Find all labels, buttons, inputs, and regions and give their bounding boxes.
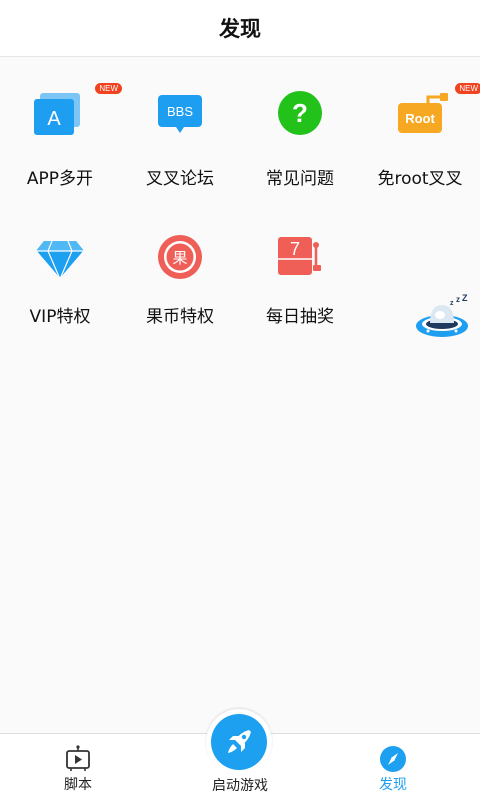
page-title: 发现 (219, 17, 261, 41)
coin-icon: 果 (150, 225, 210, 285)
grid-item-label: 免root叉叉 (377, 169, 463, 189)
new-badge: NEW (95, 83, 122, 94)
tab-launch-game[interactable] (206, 709, 272, 775)
svg-text:A: A (47, 108, 61, 130)
tab-label: 脚本 (64, 777, 92, 793)
lottery-icon: 7 (270, 225, 330, 285)
grid-item-label: 常见问题 (266, 169, 334, 189)
root-icon-text: Root (405, 111, 435, 126)
svg-text:z: z (450, 300, 454, 307)
script-tv-icon (63, 744, 93, 774)
grid-item-faq[interactable]: ? 常见问题 (240, 57, 360, 189)
top-bar: 发现 (0, 0, 480, 57)
grid-item-vip[interactable]: VIP特权 (0, 195, 120, 327)
tab-label: 启动游戏 (212, 778, 268, 794)
grid-item-label: 每日抽奖 (266, 307, 334, 327)
rocket-icon[interactable] (211, 714, 267, 770)
svg-text:Z: Z (462, 293, 468, 303)
bbs-icon: BBS (150, 87, 210, 147)
grid-item-label: APP多开 (26, 169, 94, 189)
app-clone-icon: A NEW (30, 83, 122, 147)
question-mark-text: ? (292, 98, 308, 128)
grid-item-coin[interactable]: 果 果币特权 (120, 195, 240, 327)
tab-discover[interactable]: 发现 (333, 734, 453, 801)
sleeping-ufo-icon[interactable]: z z Z (414, 293, 470, 343)
root-icon: Root NEW (390, 83, 480, 147)
grid-item-lottery[interactable]: 7 每日抽奖 (240, 195, 360, 327)
grid-item-label: 叉叉论坛 (146, 169, 214, 189)
compass-icon (378, 744, 408, 774)
grid-item-bbs[interactable]: BBS 叉叉论坛 (120, 57, 240, 189)
tab-label: 发现 (379, 777, 407, 793)
new-badge: NEW (455, 83, 480, 94)
lottery-icon-text: 7 (290, 239, 300, 259)
bbs-icon-text: BBS (167, 104, 193, 119)
grid-item-label: 果币特权 (146, 307, 214, 327)
svg-text:z: z (456, 295, 460, 304)
grid-item-app-clone[interactable]: A NEW APP多开 (0, 57, 122, 189)
tab-script[interactable]: 脚本 (18, 734, 138, 801)
coin-icon-text: 果 (172, 249, 187, 267)
question-icon: ? (270, 87, 330, 147)
grid-item-label: VIP特权 (29, 307, 91, 327)
diamond-icon (30, 225, 90, 285)
grid-item-root[interactable]: Root NEW 免root叉叉 (360, 57, 480, 189)
